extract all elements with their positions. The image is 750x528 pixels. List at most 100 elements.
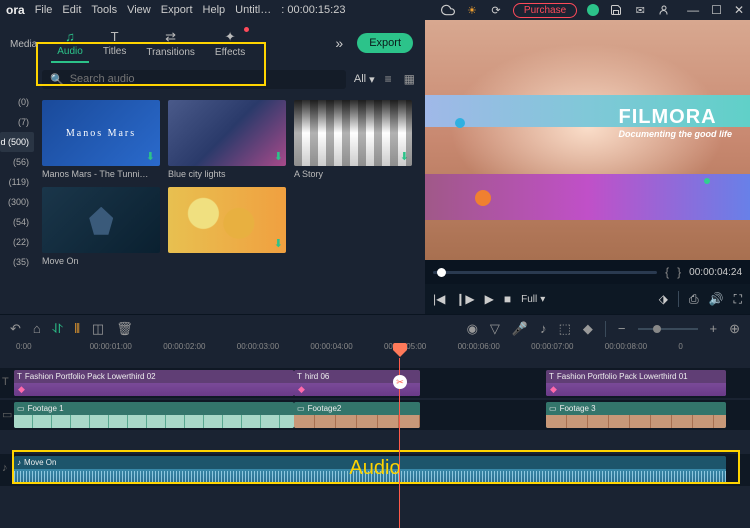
category-item[interactable]: (35)	[0, 252, 34, 272]
tab-audio[interactable]: ♫Audio	[49, 26, 91, 60]
shield-icon[interactable]: ▽	[490, 321, 500, 337]
scrub-track[interactable]	[433, 271, 657, 274]
marker-icon[interactable]: ⬗	[659, 292, 668, 306]
audio-thumb[interactable]: Manos Mars⬇Manos Mars - The Tunni…	[42, 100, 160, 179]
music-icon: ♫	[65, 29, 75, 44]
title-clip[interactable]: TFashion Portfolio Pack Lowerthird 02◆	[14, 370, 294, 396]
category-item[interactable]: (54)	[0, 212, 34, 232]
menu-edit[interactable]: Edit	[62, 4, 81, 16]
category-item[interactable]: (22)	[0, 232, 34, 252]
bracket-left-icon[interactable]: {	[665, 265, 669, 279]
color-icon[interactable]: ⫴	[74, 321, 79, 337]
sort-icon[interactable]: ≡	[383, 72, 394, 86]
audio-clip[interactable]: ♪Move On	[14, 456, 726, 484]
adjust-icon[interactable]: ⥯	[53, 321, 63, 337]
transitions-icon: ⇄	[165, 29, 176, 45]
cloud-icon[interactable]	[441, 3, 455, 17]
zoom-in-icon[interactable]: +	[710, 321, 718, 336]
zoom-slider[interactable]	[638, 328, 698, 330]
zoom-handle[interactable]	[653, 325, 661, 333]
tab-transitions[interactable]: ⇄Transitions	[138, 26, 203, 61]
tab-effects[interactable]: ✦Effects	[207, 26, 253, 61]
gem-icon: ◆	[18, 384, 25, 395]
fullscreen-icon[interactable]: ⛶	[734, 292, 742, 307]
tab-titles[interactable]: TTitles	[95, 26, 135, 60]
split-button[interactable]: ✂	[393, 375, 407, 389]
mic-icon[interactable]: 🎤	[512, 321, 528, 337]
more-tabs-button[interactable]: »	[325, 35, 353, 51]
video-clip[interactable]: ▭Footage 3	[546, 402, 726, 428]
quality-select[interactable]: Full ▾	[521, 294, 545, 305]
menu-export[interactable]: Export	[161, 4, 193, 16]
audio-thumb[interactable]: ⬇A Story	[294, 100, 412, 179]
scrub-handle[interactable]	[437, 268, 446, 277]
marker2-icon[interactable]: ◆	[583, 321, 593, 337]
undo-icon[interactable]: ↶	[10, 321, 21, 337]
download-icon[interactable]: ⬇	[274, 150, 283, 163]
delete-icon[interactable]: 🗑	[116, 321, 133, 337]
title-track[interactable]: T TFashion Portfolio Pack Lowerthird 02◆…	[0, 368, 750, 398]
category-item[interactable]: (300)	[0, 192, 34, 212]
search-input-wrap[interactable]: 🔍	[42, 70, 346, 89]
menu-view[interactable]: View	[127, 4, 151, 16]
sun-icon[interactable]: ☀	[465, 3, 479, 17]
zoom-fit-icon[interactable]: ⊕	[729, 321, 740, 337]
maximize-button[interactable]: ☐	[711, 3, 722, 17]
profile-icon[interactable]	[657, 3, 671, 17]
preview-viewport[interactable]: FILMORA Documenting the good life	[425, 20, 750, 260]
video-clip[interactable]: ▭Footage2	[294, 402, 420, 428]
video-clip[interactable]: ▭Footage 1	[14, 402, 294, 428]
music-icon[interactable]: ♪	[540, 321, 547, 336]
minimize-button[interactable]: —	[687, 3, 699, 17]
bracket-right-icon[interactable]: }	[677, 265, 681, 279]
volume-icon[interactable]: 🔊	[709, 292, 724, 306]
menu-tools[interactable]: Tools	[91, 4, 117, 16]
audio-thumb[interactable]: ⬇	[168, 187, 286, 266]
category-item[interactable]: (7)	[0, 112, 34, 132]
category-item[interactable]: d (500)	[0, 132, 34, 152]
category-item[interactable]: (119)	[0, 172, 34, 192]
audio-track[interactable]: ♪ ♪Move On	[0, 454, 750, 486]
play-icon[interactable]: ▶	[485, 292, 494, 306]
crop-icon[interactable]: ◫	[92, 321, 104, 337]
audio-thumb[interactable]: Move On	[42, 187, 160, 266]
audio-thumb[interactable]: ⬇Blue city lights	[168, 100, 286, 179]
close-button[interactable]: ✕	[734, 3, 744, 17]
playhead-handle[interactable]	[391, 343, 409, 359]
export-button[interactable]: Export	[357, 33, 413, 53]
titlebar: ora File Edit Tools View Export Help Unt…	[0, 0, 750, 20]
download-icon[interactable]: ⬇	[146, 150, 157, 163]
save-icon[interactable]	[609, 3, 623, 17]
tab-media[interactable]: Media	[2, 34, 45, 53]
app-name: ora	[6, 3, 25, 17]
ruler-tick: 00:00:08:00	[603, 342, 677, 358]
download-icon[interactable]: ⬇	[400, 150, 409, 163]
category-item[interactable]: (0)	[0, 92, 34, 112]
title-clip[interactable]: TFashion Portfolio Pack Lowerthird 01◆	[546, 370, 726, 396]
grid-view-icon[interactable]: ▦	[402, 72, 417, 86]
mixer-icon[interactable]: ⬚	[559, 321, 571, 337]
prev-frame-icon[interactable]: |◀	[433, 292, 445, 306]
purchase-button[interactable]: Purchase	[513, 3, 577, 18]
status-dot[interactable]	[587, 4, 599, 16]
search-input[interactable]	[70, 73, 338, 85]
tag-icon[interactable]: ⌂	[33, 321, 41, 336]
mail-icon[interactable]: ✉	[633, 3, 647, 17]
render-icon[interactable]: ◉	[467, 321, 478, 337]
zoom-out-icon[interactable]: −	[618, 321, 626, 336]
menu-help[interactable]: Help	[203, 4, 226, 16]
filter-all[interactable]: All ▾	[354, 73, 375, 86]
timeline-ruler[interactable]: 0:0000:00:01:0000:00:02:0000:00:03:0000:…	[0, 342, 750, 358]
film-icon: ▭	[17, 404, 25, 413]
media-tabs: Media ♫Audio TTitles ⇄Transitions ✦Effec…	[0, 20, 425, 66]
stop-icon[interactable]: ■	[504, 292, 511, 306]
download-icon[interactable]: ⬇	[274, 237, 283, 250]
category-item[interactable]: (56)	[0, 152, 34, 172]
menu-file[interactable]: File	[35, 4, 53, 16]
refresh-icon[interactable]: ⟳	[489, 3, 503, 17]
snapshot-icon[interactable]: ⎙	[689, 292, 699, 307]
video-track[interactable]: ▭ ▭Footage 1▭Footage2 ▭Footage 3	[0, 400, 750, 430]
step-back-icon[interactable]: ❙▶	[455, 292, 474, 306]
preview-dot	[455, 118, 465, 128]
search-icon: 🔍	[50, 73, 64, 86]
